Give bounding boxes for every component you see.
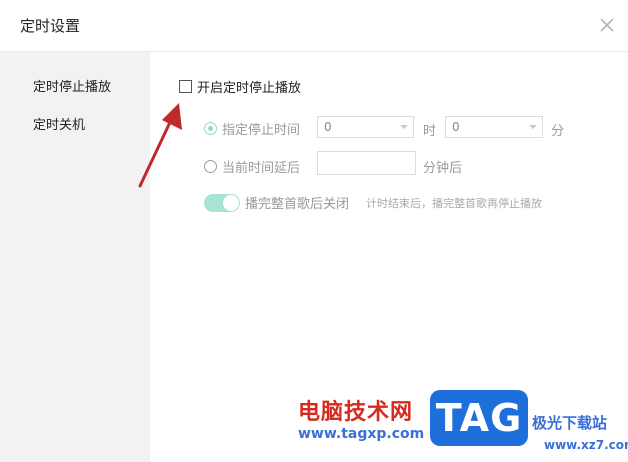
toggle-knob (223, 194, 239, 211)
hour-select[interactable]: 0 (317, 116, 414, 138)
close-icon[interactable] (596, 14, 618, 36)
watermark-tag-logo: TAG (430, 390, 528, 446)
minute-value: 0 (452, 120, 460, 134)
sidebar-item-stop-playback[interactable]: 定时停止播放 (33, 76, 111, 95)
sidebar-item-shutdown[interactable]: 定时关机 (33, 114, 85, 133)
watermark-site-url: www.xz7.com (544, 438, 628, 452)
enable-timer-row[interactable]: 开启定时停止播放 (179, 77, 301, 96)
finish-song-row[interactable]: 播完整首歌后关闭 (204, 193, 349, 212)
watermark-url: www.tagxp.com (298, 426, 425, 442)
delay-minutes-input[interactable] (317, 151, 416, 175)
finish-song-hint: 计时结束后，播完整首歌再停止播放 (366, 197, 542, 210)
delay-option[interactable]: 当前时间延后 (204, 157, 300, 176)
enable-timer-label: 开启定时停止播放 (197, 81, 302, 96)
title-bar: 定时设置 (0, 0, 628, 52)
minute-select[interactable]: 0 (445, 116, 543, 138)
chevron-down-icon (400, 125, 408, 129)
hour-value: 0 (324, 120, 332, 134)
sidebar: 定时停止播放 定时关机 (0, 52, 150, 462)
delay-radio[interactable] (204, 160, 217, 173)
delay-label: 当前时间延后 (222, 161, 301, 176)
annotation-arrow-icon (138, 103, 182, 188)
specify-time-radio[interactable] (204, 122, 217, 135)
specify-time-label: 指定停止时间 (222, 123, 301, 138)
minute-unit: 分 (551, 124, 565, 139)
finish-song-toggle[interactable] (204, 193, 240, 212)
finish-song-label: 播完整首歌后关闭 (245, 197, 350, 212)
chevron-down-icon (529, 125, 537, 129)
enable-timer-checkbox[interactable] (179, 80, 192, 93)
watermark-site-cn: 极光下载站 (532, 414, 608, 432)
delay-unit: 分钟后 (423, 161, 463, 176)
hour-unit: 时 (423, 124, 437, 139)
watermark-cn-text: 电脑技术网 (298, 400, 414, 425)
specify-time-option[interactable]: 指定停止时间 (204, 119, 300, 138)
window-title: 定时设置 (20, 17, 81, 35)
